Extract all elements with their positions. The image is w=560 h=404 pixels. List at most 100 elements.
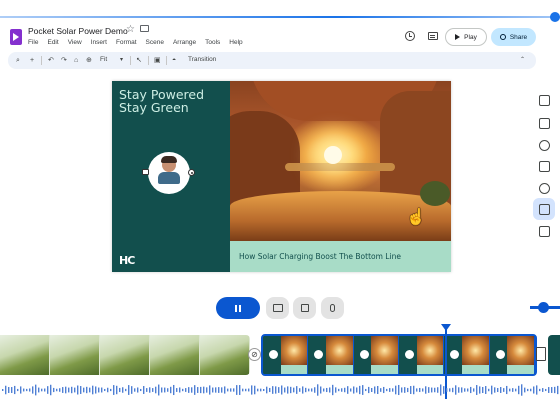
audio-waveform[interactable] bbox=[0, 380, 560, 400]
arch-sunset-photo[interactable]: ☝ bbox=[230, 81, 451, 241]
voiceover-button[interactable] bbox=[321, 297, 344, 319]
waveform-bar bbox=[170, 386, 172, 394]
photo-horizon bbox=[285, 163, 395, 171]
record-circle-icon[interactable] bbox=[539, 140, 550, 151]
chevron-down-icon[interactable]: ▾ bbox=[120, 56, 123, 65]
photo-library-icon[interactable] bbox=[539, 95, 550, 106]
waveform-bar bbox=[104, 388, 106, 392]
share-button[interactable]: Share bbox=[491, 28, 536, 46]
app-logo-icon[interactable] bbox=[10, 29, 22, 45]
video-camera-icon[interactable] bbox=[142, 169, 149, 175]
slide-heading[interactable]: Stay Powered Stay Green bbox=[119, 88, 204, 114]
slide-caption[interactable]: How Solar Charging Boost The Bottom Line bbox=[239, 252, 401, 261]
menu-format[interactable]: Format bbox=[116, 39, 137, 46]
move-folder-icon[interactable] bbox=[140, 25, 149, 32]
mic-add-icon bbox=[330, 304, 335, 312]
clip-trim-handle-icon[interactable] bbox=[536, 347, 546, 361]
waveform-bar bbox=[122, 387, 124, 393]
waveform-bar bbox=[470, 386, 472, 394]
menu-edit[interactable]: Edit bbox=[47, 39, 58, 46]
paint-format-icon[interactable]: ⌂ bbox=[74, 56, 78, 65]
waveform-bar bbox=[68, 387, 70, 393]
waveform-bar bbox=[374, 386, 376, 394]
fill-color-icon[interactable]: ◓ bbox=[172, 56, 176, 65]
waveform-bar bbox=[203, 386, 205, 394]
waveform-bar bbox=[326, 387, 328, 393]
transition-button[interactable]: Transition bbox=[188, 56, 216, 63]
waveform-bar bbox=[518, 385, 520, 395]
timeline-clip-slide[interactable] bbox=[261, 334, 537, 376]
comments-icon[interactable] bbox=[428, 32, 438, 40]
timeline-zoom-thumb[interactable] bbox=[538, 302, 549, 313]
waveform-bar bbox=[35, 384, 37, 396]
presenter-avatar[interactable] bbox=[142, 152, 195, 194]
templates-icon[interactable] bbox=[539, 226, 550, 237]
waveform-bar bbox=[29, 388, 31, 392]
menu-view[interactable]: View bbox=[68, 39, 82, 46]
toolbar-divider bbox=[148, 56, 149, 65]
menu-tools[interactable]: Tools bbox=[205, 39, 220, 46]
select-cursor-icon[interactable]: ↖ bbox=[136, 56, 142, 65]
document-title[interactable]: Pocket Solar Power Demo bbox=[28, 26, 128, 36]
editing-toolbar: ⌕ + ↶ ↷ ⌂ ⊕ Fit ▾ ↖ ▣ ◓ Transition ⌃ bbox=[8, 52, 536, 69]
menu-help[interactable]: Help bbox=[229, 39, 242, 46]
waveform-bar bbox=[431, 387, 433, 393]
clip-frame bbox=[0, 335, 50, 375]
waveform-bar bbox=[38, 387, 40, 393]
shapes-icon[interactable] bbox=[539, 183, 550, 194]
waveform-bar bbox=[368, 386, 370, 394]
waveform-bar bbox=[107, 387, 109, 393]
waveform-bar bbox=[485, 386, 487, 394]
waveform-bar bbox=[131, 386, 133, 394]
waveform-bar bbox=[491, 385, 493, 395]
slide-caption-bar: How Solar Charging Boost The Bottom Line bbox=[230, 241, 451, 272]
waveform-bar bbox=[506, 385, 508, 395]
version-history-icon[interactable] bbox=[405, 31, 415, 41]
menu-file[interactable]: File bbox=[28, 39, 38, 46]
timeline-clip-landscape[interactable] bbox=[0, 335, 250, 375]
slide-canvas[interactable]: Stay Powered Stay Green HC ☝ How Solar C… bbox=[112, 81, 451, 272]
search-menus-icon[interactable]: ⌕ bbox=[16, 56, 20, 65]
menu-insert[interactable]: Insert bbox=[91, 39, 107, 46]
waveform-bar bbox=[257, 388, 259, 392]
company-logo: HC bbox=[119, 254, 135, 267]
pause-button[interactable] bbox=[216, 297, 260, 319]
waveform-bar bbox=[221, 387, 223, 393]
waveform-bar bbox=[263, 388, 265, 392]
redo-icon[interactable]: ↷ bbox=[61, 56, 67, 65]
captions-button[interactable] bbox=[266, 297, 289, 319]
waveform-bar bbox=[329, 387, 331, 393]
menu-arrange[interactable]: Arrange bbox=[173, 39, 196, 46]
waveform-bar bbox=[311, 388, 313, 392]
chevron-up-icon[interactable]: ⌃ bbox=[520, 56, 525, 65]
waveform-bar bbox=[164, 387, 166, 393]
folder-icon[interactable] bbox=[539, 118, 550, 129]
link-icon[interactable]: ⊘ bbox=[248, 348, 261, 361]
comment-add-icon[interactable]: ▣ bbox=[154, 56, 161, 65]
waveform-bar bbox=[23, 388, 25, 392]
slide-heading-line-2: Stay Green bbox=[119, 100, 189, 115]
waveform-bar bbox=[14, 385, 16, 395]
waveform-bar bbox=[5, 385, 7, 395]
pause-icon bbox=[239, 304, 241, 312]
media-panel-icon[interactable] bbox=[539, 204, 550, 215]
menu-scene[interactable]: Scene bbox=[146, 39, 164, 46]
waveform-bar bbox=[41, 388, 43, 392]
frame-icon[interactable] bbox=[539, 161, 550, 172]
waveform-bar bbox=[149, 387, 151, 393]
waveform-bar bbox=[83, 387, 85, 393]
add-icon[interactable]: + bbox=[30, 56, 34, 65]
play-button[interactable]: Play bbox=[445, 28, 487, 46]
waveform-bar bbox=[425, 386, 427, 394]
waveform-bar bbox=[116, 385, 118, 395]
waveform-bar bbox=[200, 386, 202, 394]
waveform-bar bbox=[248, 388, 250, 392]
record-icon[interactable] bbox=[188, 169, 195, 176]
zoom-select[interactable]: Fit bbox=[100, 56, 107, 63]
zoom-icon[interactable]: ⊕ bbox=[86, 56, 92, 65]
toolbar-divider bbox=[41, 56, 42, 65]
star-icon[interactable]: ☆ bbox=[126, 24, 135, 35]
timeline-clip-next[interactable] bbox=[548, 335, 560, 375]
undo-icon[interactable]: ↶ bbox=[48, 56, 54, 65]
fullscreen-button[interactable] bbox=[293, 297, 316, 319]
